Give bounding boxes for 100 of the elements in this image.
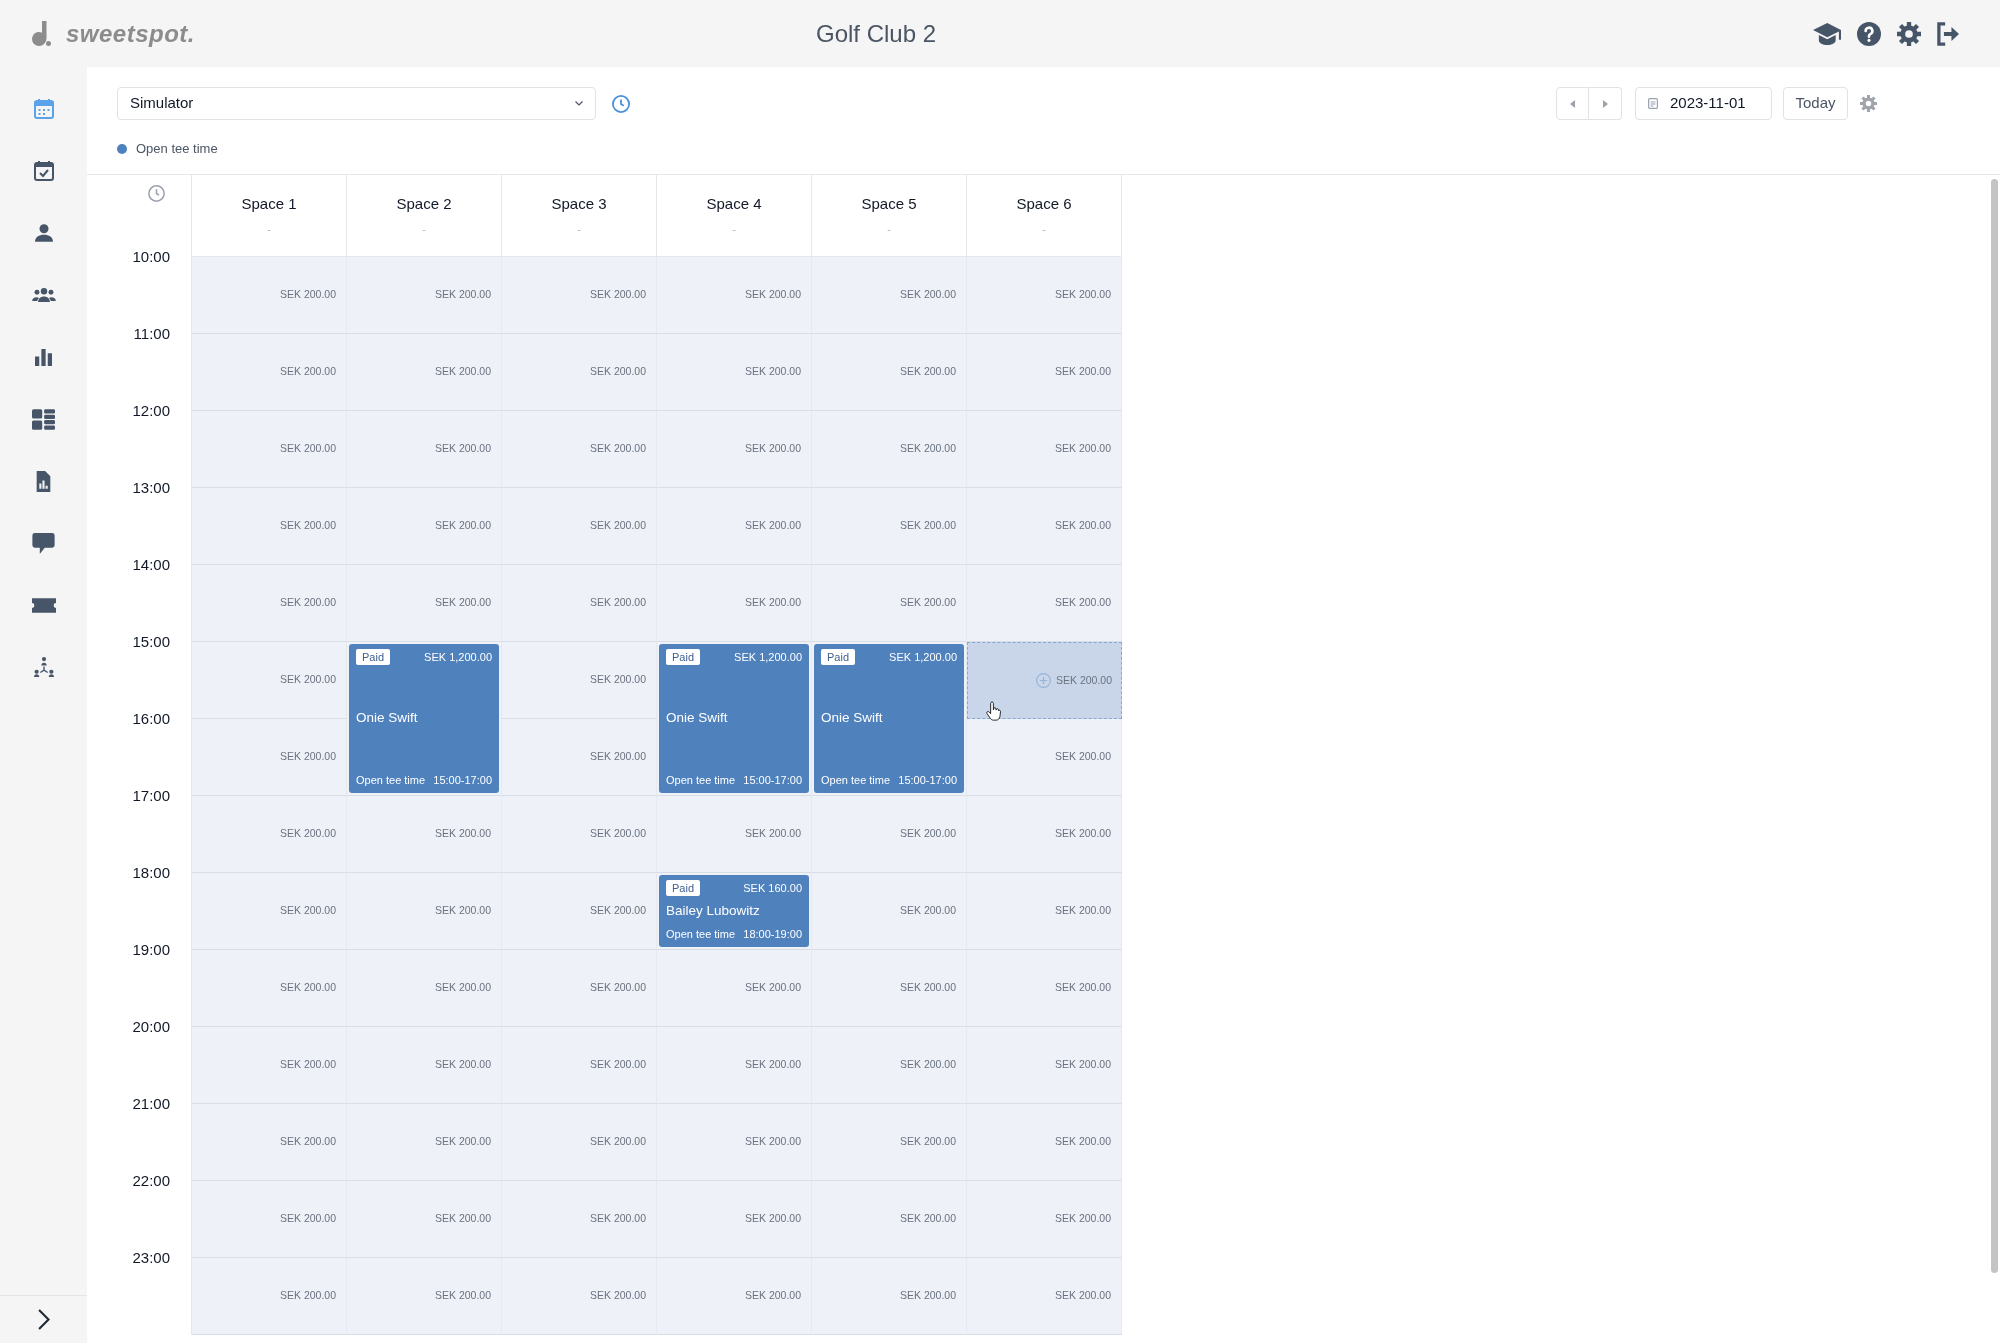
time-slot[interactable]: SEK 200.00 (502, 642, 657, 719)
time-slot[interactable]: SEK 200.00 (347, 1104, 502, 1181)
time-slot[interactable]: SEK 200.00 (347, 1181, 502, 1258)
dashboard-icon[interactable] (32, 408, 55, 430)
time-slot[interactable]: SEK 200.00 (812, 1258, 967, 1335)
time-slot[interactable]: SEK 200.00 (192, 334, 347, 411)
time-slot[interactable]: SEK 200.00 (192, 488, 347, 565)
time-slot[interactable]: SEK 200.00 (347, 873, 502, 950)
time-slot[interactable]: SEK 200.00 (812, 1104, 967, 1181)
time-slot[interactable]: SEK 200.00 (812, 488, 967, 565)
time-slot[interactable]: SEK 200.00 (967, 257, 1122, 334)
time-slot[interactable]: SEK 200.00 (967, 950, 1122, 1027)
time-slot[interactable]: SEK 200.00 (502, 488, 657, 565)
time-slot[interactable]: SEK 200.00 (502, 719, 657, 796)
time-slot[interactable]: SEK 200.00 (347, 334, 502, 411)
scrollbar-thumb[interactable] (1990, 179, 1998, 1273)
time-slot[interactable]: SEK 200.00 (502, 1181, 657, 1258)
ticket-icon[interactable] (31, 597, 56, 613)
org-chart-icon[interactable] (33, 657, 54, 677)
time-slot[interactable]: SEK 200.00 (192, 1181, 347, 1258)
resource-select[interactable]: Simulator (117, 87, 596, 120)
time-slot[interactable]: SEK 200.00 (812, 950, 967, 1027)
time-slot[interactable]: SEK 200.00 (192, 565, 347, 642)
booking-card[interactable]: Paid SEK 160.00 Bailey Lubowitz Open tee time 18:00-19:00 (659, 875, 809, 947)
time-slot[interactable]: SEK 200.00 (502, 257, 657, 334)
time-slot[interactable]: SEK 200.00 (967, 642, 1122, 719)
time-slot[interactable]: SEK 200.00 (502, 565, 657, 642)
time-slot[interactable]: SEK 200.00 (192, 950, 347, 1027)
time-slot[interactable]: SEK 200.00 (812, 873, 967, 950)
time-slot[interactable]: SEK 200.00 (812, 411, 967, 488)
time-slot[interactable]: SEK 200.00 (347, 1258, 502, 1335)
booking-card[interactable]: Paid SEK 1,200.00 Onie Swift Open tee time 15:00-17:00 (659, 644, 809, 793)
time-slot[interactable]: SEK 200.00 (502, 873, 657, 950)
graduation-cap-icon[interactable] (1813, 22, 1841, 45)
time-slot[interactable]: SEK 200.00 (192, 1258, 347, 1335)
time-slot[interactable]: SEK 200.00 (347, 796, 502, 873)
time-slot[interactable]: SEK 200.00 (657, 1027, 812, 1104)
time-slot[interactable]: SEK 200.00 (657, 334, 812, 411)
time-slot[interactable]: SEK 200.00 (967, 1181, 1122, 1258)
time-slot[interactable]: SEK 200.00 (967, 873, 1122, 950)
time-slot[interactable]: SEK 200.00 (657, 950, 812, 1027)
time-slot[interactable]: SEK 200.00 (657, 411, 812, 488)
time-slot[interactable]: SEK 200.00 (967, 411, 1122, 488)
time-slot[interactable]: SEK 200.00 (657, 1258, 812, 1335)
time-slot[interactable]: SEK 200.00 (192, 642, 347, 719)
sign-out-icon[interactable] (1937, 21, 1959, 46)
time-slot[interactable]: SEK 200.00 (502, 1027, 657, 1104)
time-slot[interactable]: SEK 200.00 (192, 719, 347, 796)
time-slot[interactable]: SEK 200.00 (967, 1104, 1122, 1181)
group-icon[interactable] (31, 288, 56, 302)
chevron-right-icon[interactable] (37, 1309, 50, 1330)
time-slot[interactable]: SEK 200.00 (967, 1258, 1122, 1335)
time-slot[interactable]: SEK 200.00 (502, 950, 657, 1027)
time-slot[interactable]: SEK 200.00 (967, 334, 1122, 411)
today-button[interactable]: Today (1783, 87, 1848, 120)
settings-icon[interactable] (1897, 21, 1921, 46)
time-slot[interactable]: SEK 200.00 (657, 565, 812, 642)
time-slot[interactable]: SEK 200.00 (967, 719, 1122, 796)
booking-card[interactable]: Paid SEK 1,200.00 Onie Swift Open tee time 15:00-17:00 (814, 644, 964, 793)
person-icon[interactable] (34, 224, 53, 242)
time-slot[interactable]: SEK 200.00 (192, 1104, 347, 1181)
time-slot[interactable]: SEK 200.00 (657, 1181, 812, 1258)
time-slot[interactable]: SEK 200.00 (192, 796, 347, 873)
time-slot[interactable]: SEK 200.00 (192, 257, 347, 334)
time-slot[interactable]: SEK 200.00 (347, 411, 502, 488)
bar-chart-icon[interactable] (35, 348, 52, 366)
time-slot[interactable]: SEK 200.00 (347, 950, 502, 1027)
report-icon[interactable] (36, 470, 51, 492)
time-slot[interactable]: SEK 200.00 (967, 488, 1122, 565)
time-slot[interactable]: SEK 200.00 (657, 1104, 812, 1181)
time-slot[interactable]: SEK 200.00 (192, 411, 347, 488)
time-slot[interactable]: SEK 200.00 (502, 796, 657, 873)
slot-price: SEK 200.00 (279, 980, 336, 996)
time-slot[interactable]: SEK 200.00 (967, 796, 1122, 873)
time-slot[interactable]: SEK 200.00 (192, 873, 347, 950)
chat-icon[interactable] (32, 532, 55, 554)
time-slot[interactable]: SEK 200.00 (812, 796, 967, 873)
time-slot[interactable]: SEK 200.00 (657, 257, 812, 334)
time-slot[interactable]: SEK 200.00 (812, 1027, 967, 1104)
time-slot[interactable]: SEK 200.00 (812, 1181, 967, 1258)
time-slot[interactable]: SEK 200.00 (502, 1104, 657, 1181)
time-slot[interactable]: SEK 200.00 (347, 488, 502, 565)
time-slot[interactable]: SEK 200.00 (502, 411, 657, 488)
time-slot[interactable]: SEK 200.00 (347, 565, 502, 642)
time-slot[interactable]: SEK 200.00 (347, 257, 502, 334)
clock-icon[interactable] (612, 94, 630, 113)
time-slot[interactable]: SEK 200.00 (657, 796, 812, 873)
time-slot[interactable]: SEK 200.00 (812, 334, 967, 411)
date-field[interactable]: 2023-11-01 (1635, 87, 1772, 120)
time-slot[interactable]: SEK 200.00 (192, 1027, 347, 1104)
time-slot[interactable]: SEK 200.00 (967, 1027, 1122, 1104)
time-slot[interactable]: SEK 200.00 (502, 334, 657, 411)
time-slot[interactable]: SEK 200.00 (812, 565, 967, 642)
time-slot[interactable]: SEK 200.00 (812, 257, 967, 334)
time-slot[interactable]: SEK 200.00 (502, 1258, 657, 1335)
help-icon[interactable] (1857, 21, 1881, 46)
time-slot[interactable]: SEK 200.00 (657, 488, 812, 565)
calendar-check-icon[interactable] (33, 161, 54, 181)
time-slot[interactable]: SEK 200.00 (347, 1027, 502, 1104)
booking-card[interactable]: Paid SEK 1,200.00 Onie Swift Open tee time 15:00-17:00 (349, 644, 499, 793)
